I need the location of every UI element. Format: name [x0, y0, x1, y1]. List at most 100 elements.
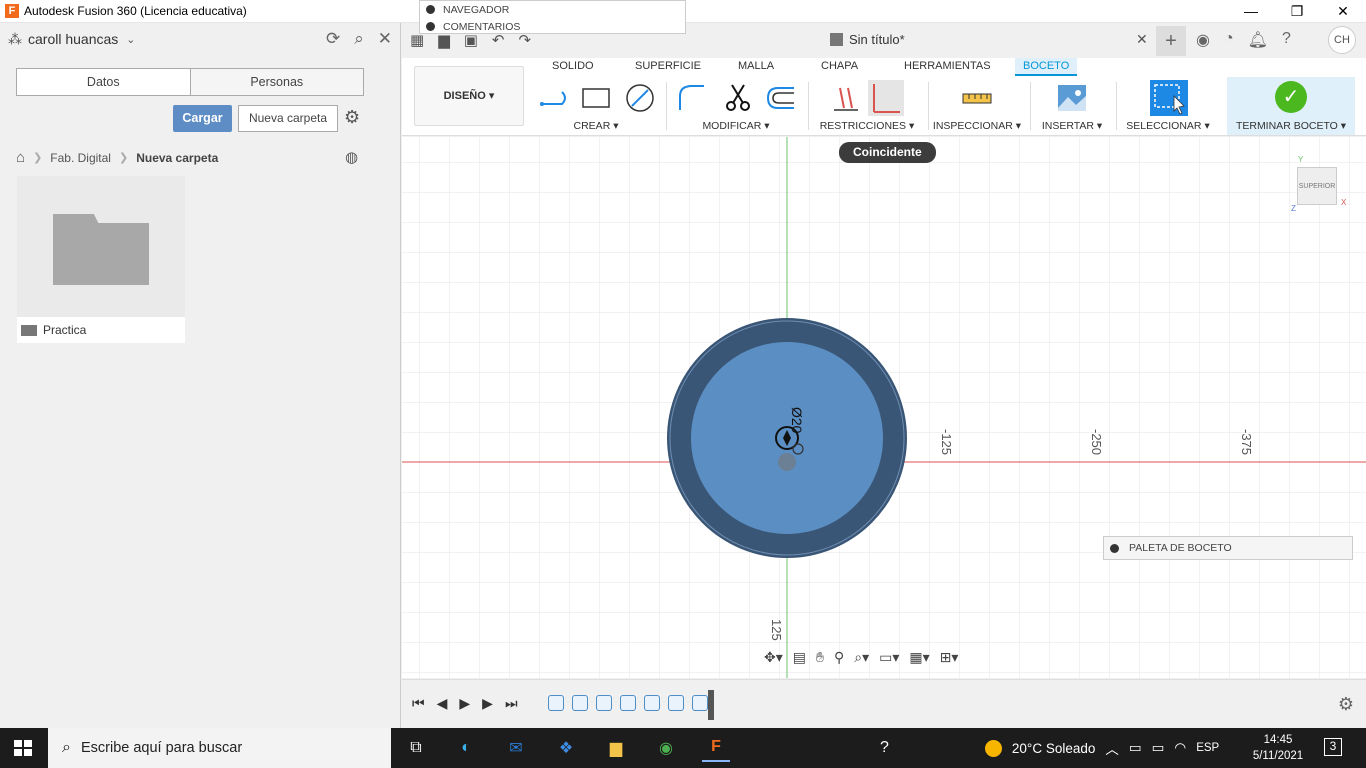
- weather-text[interactable]: 20°C Soleado: [1012, 741, 1095, 756]
- comments-item[interactable]: COMENTARIOS: [420, 18, 685, 35]
- tab-malla[interactable]: MALLA: [738, 60, 774, 72]
- go-to-end-icon[interactable]: ⏭: [505, 695, 518, 712]
- grid-settings-icon[interactable]: ▦▾: [909, 649, 929, 666]
- diameter-dimension[interactable]: Ø20: [789, 407, 805, 434]
- mail-icon[interactable]: ✉: [502, 734, 530, 762]
- origin-point[interactable]: [778, 453, 796, 471]
- fillet-tool-icon[interactable]: [676, 82, 708, 114]
- constraints-menu[interactable]: RESTRICCIONES ▾: [812, 120, 922, 132]
- language-indicator[interactable]: ESP: [1196, 742, 1219, 754]
- home-icon[interactable]: ⌂: [16, 149, 25, 166]
- dropbox-icon[interactable]: ❖: [552, 734, 580, 762]
- job-status-icon[interactable]: ◔: [1224, 30, 1234, 50]
- insert-menu[interactable]: INSERTAR ▾: [1034, 120, 1110, 132]
- document-close-icon[interactable]: ✕: [1136, 31, 1148, 48]
- avatar[interactable]: CH: [1328, 26, 1356, 54]
- timeline-marker[interactable]: [708, 690, 714, 720]
- search-icon[interactable]: ⌕: [354, 29, 364, 49]
- notifications-icon[interactable]: 🔔︎: [1248, 30, 1268, 50]
- look-at-icon[interactable]: ▤: [793, 649, 806, 666]
- fit-icon[interactable]: ⌕▾: [854, 649, 869, 666]
- trim-tool-icon[interactable]: [722, 82, 754, 114]
- task-view-icon[interactable]: ⧉: [402, 734, 430, 762]
- create-menu[interactable]: CREAR ▾: [532, 120, 660, 132]
- extensions-icon[interactable]: ◉: [1196, 30, 1210, 50]
- timeline-feature-item[interactable]: [572, 695, 588, 711]
- tab-boceto[interactable]: BOCETO: [1015, 58, 1078, 76]
- wifi-icon[interactable]: ◠: [1174, 740, 1186, 756]
- rectangle-tool-icon[interactable]: [580, 82, 612, 114]
- measure-tool-icon[interactable]: [961, 82, 993, 114]
- minimize-button[interactable]: —: [1228, 0, 1274, 23]
- gear-icon[interactable]: ⚙: [344, 107, 360, 128]
- folder-card[interactable]: Practica: [17, 176, 185, 343]
- pan-icon[interactable]: ✋︎: [816, 649, 824, 666]
- insert-image-icon[interactable]: [1056, 82, 1088, 114]
- tab-superficie[interactable]: SUPERFICIE: [635, 60, 701, 72]
- timeline-feature-item[interactable]: [668, 695, 684, 711]
- finish-sketch-group[interactable]: ✓ TERMINAR BOCETO ▾: [1227, 77, 1355, 135]
- new-folder-button[interactable]: Nueva carpeta: [238, 105, 338, 132]
- play-icon[interactable]: ▶: [459, 695, 470, 712]
- select-menu[interactable]: SELECCIONAR ▾: [1120, 120, 1216, 132]
- user-name[interactable]: caroll huancas: [28, 31, 118, 47]
- chevron-up-icon[interactable]: ︿: [1105, 738, 1119, 758]
- notification-center-icon[interactable]: 3: [1324, 738, 1342, 756]
- zoom-icon[interactable]: ⚲: [834, 649, 844, 666]
- circle-tool-icon[interactable]: [624, 82, 656, 114]
- refresh-icon[interactable]: ⟳: [326, 29, 340, 49]
- orbit-icon[interactable]: ✥▾: [764, 649, 783, 666]
- tab-personas[interactable]: Personas: [189, 69, 363, 95]
- timeline-feature-item[interactable]: [596, 695, 612, 711]
- close-button[interactable]: ✕: [1320, 0, 1366, 23]
- offset-tool-icon[interactable]: [764, 82, 796, 114]
- step-back-icon[interactable]: ◀: [437, 695, 448, 712]
- globe-icon[interactable]: ◍: [345, 148, 358, 166]
- tab-solido[interactable]: SOLIDO: [552, 60, 594, 72]
- tab-herramientas[interactable]: HERRAMIENTAS: [904, 60, 991, 72]
- file-explorer-icon[interactable]: ▆: [602, 734, 630, 762]
- step-forward-icon[interactable]: ▶: [482, 695, 493, 712]
- timeline-feature-item[interactable]: [620, 695, 636, 711]
- edge-icon[interactable]: ◐: [452, 734, 480, 762]
- tab-chapa[interactable]: CHAPA: [821, 60, 858, 72]
- chevron-right-icon: ❯: [33, 152, 43, 164]
- fix-constraint-icon[interactable]: [868, 80, 904, 116]
- network-icon[interactable]: ▭: [1129, 740, 1142, 756]
- browser-item[interactable]: NAVEGADOR: [420, 1, 685, 18]
- viewports-icon[interactable]: ⊞▾: [940, 649, 959, 666]
- constraint-tool-icon[interactable]: [830, 82, 862, 114]
- sketch-palette[interactable]: PALETA DE BOCETO: [1103, 536, 1353, 560]
- battery-icon[interactable]: ▭: [1152, 740, 1165, 756]
- sketch-canvas[interactable]: Ø20 -125 -250 -375 125 Y X Z Coincidente…: [402, 137, 1366, 678]
- gear-icon[interactable]: ⚙: [1338, 694, 1354, 715]
- upload-button[interactable]: Cargar: [173, 105, 232, 132]
- taskbar-clock[interactable]: 14:45 5/11/2021: [1248, 732, 1308, 764]
- finish-sketch-menu[interactable]: TERMINAR BOCETO ▾: [1227, 120, 1355, 132]
- modify-menu[interactable]: MODIFICAR ▾: [670, 120, 802, 132]
- help-icon[interactable]: ?: [1282, 30, 1291, 50]
- maximize-button[interactable]: ❐: [1274, 0, 1320, 23]
- chevron-down-icon[interactable]: ⌄: [126, 33, 135, 46]
- select-tool-icon[interactable]: [1150, 80, 1188, 116]
- fusion-taskbar-icon[interactable]: F: [702, 734, 730, 762]
- viewcube[interactable]: SUPERIOR: [1297, 167, 1337, 205]
- help-tray-icon[interactable]: ?: [880, 739, 889, 757]
- line-tool-icon[interactable]: [538, 82, 570, 114]
- timeline-feature-item[interactable]: [644, 695, 660, 711]
- checkmark-icon[interactable]: ✓: [1275, 81, 1307, 113]
- new-tab-button[interactable]: +: [1156, 26, 1186, 56]
- document-tab[interactable]: Sin título*: [830, 32, 905, 47]
- breadcrumb-item[interactable]: Fab. Digital: [50, 151, 111, 165]
- data-panel-actions: Cargar Nueva carpeta ⚙: [0, 105, 401, 133]
- close-icon[interactable]: ✕: [378, 29, 392, 49]
- display-settings-icon[interactable]: ▭▾: [879, 649, 899, 666]
- windows-start-icon[interactable]: [14, 740, 32, 756]
- chrome-icon[interactable]: ◉: [652, 734, 680, 762]
- tab-datos[interactable]: Datos: [17, 69, 190, 95]
- inspect-menu[interactable]: INSPECCIONAR ▾: [932, 120, 1022, 132]
- taskbar-search[interactable]: ⌕ Escribe aquí para buscar: [48, 728, 391, 768]
- timeline-sketch-item[interactable]: [548, 695, 564, 711]
- go-to-start-icon[interactable]: ⏮: [412, 695, 425, 712]
- timeline-sketch-item[interactable]: [692, 695, 708, 711]
